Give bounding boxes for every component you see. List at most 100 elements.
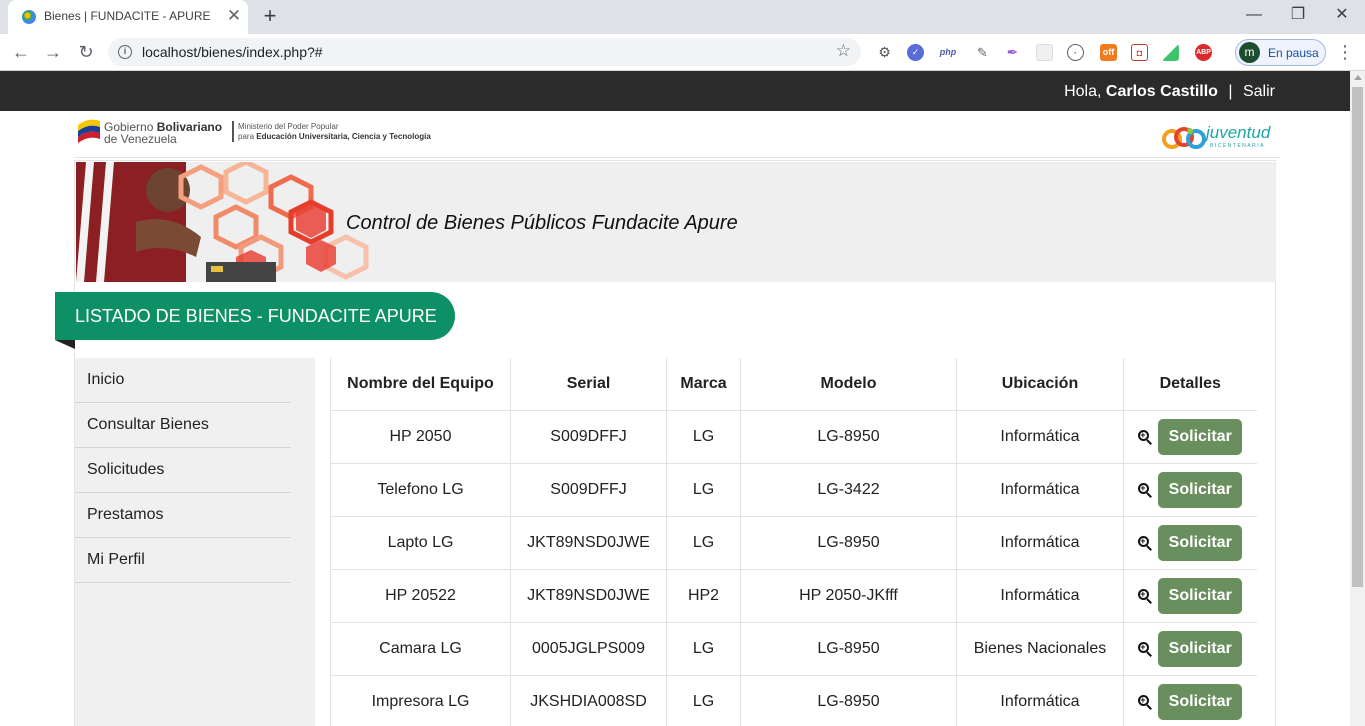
cell-marca: LG [666, 409, 741, 464]
site-info-icon[interactable]: i [118, 45, 132, 59]
sidebar-item-mi-perfil[interactable]: Mi Perfil [75, 538, 291, 583]
zoom-in-icon[interactable]: + [1138, 482, 1153, 498]
cell-detalles: + Solicitar [1123, 409, 1257, 464]
cell-detalles: + Solicitar [1123, 621, 1257, 676]
zoom-plus: + [1140, 588, 1146, 599]
cell-serial: JKSHDIA008SD [510, 674, 667, 726]
banner-photo [76, 162, 386, 282]
scroll-up-arrow-icon[interactable] [1354, 75, 1362, 80]
profile-button[interactable]: m En pausa [1235, 39, 1326, 66]
forward-icon[interactable]: → [40, 39, 66, 65]
column-header-ubicacion: Ubicación [956, 358, 1124, 411]
table-row: Telefono LG S009DFFJ LG LG-3422 Informática +… [330, 462, 1257, 517]
cell-marca: LG [666, 674, 741, 726]
table-row: Camara LG 0005JGLPS009 LG LG-8950 Bienes Nac… [330, 621, 1257, 676]
sidebar-item-prestamos[interactable]: Prestamos [75, 493, 291, 538]
juventud-logo-subtext: BICENTENARIA [1210, 143, 1265, 149]
column-header-nombre: Nombre del Equipo [330, 358, 511, 411]
extension-code-icon[interactable]: · [1067, 44, 1084, 61]
browser-tab-strip: Bienes | FUNDACITE - APURE ✕ + — ❐ ✕ [0, 0, 1365, 34]
favicon-icon [22, 10, 36, 24]
minimize-icon[interactable]: — [1240, 3, 1268, 27]
cell-ubicacion: Informática [956, 515, 1124, 570]
section-title: LISTADO DE BIENES - FUNDACITE APURE [75, 306, 437, 326]
solicitar-button[interactable]: Solicitar [1158, 630, 1243, 667]
extension-gear-icon[interactable]: ⚙ [876, 44, 893, 61]
sidebar-item-solicitudes[interactable]: Solicitudes [75, 448, 291, 493]
extension-tool-icon[interactable]: ✎ [974, 44, 991, 61]
column-header-serial: Serial [510, 358, 667, 411]
solicitar-button[interactable]: Solicitar [1158, 418, 1243, 455]
adblock-icon[interactable]: ABP [1195, 44, 1212, 61]
sidebar-item-inicio[interactable]: Inicio [75, 358, 291, 403]
cell-nombre: Telefono LG [330, 462, 511, 517]
cell-ubicacion: Informática [956, 674, 1124, 726]
bookmark-star-icon[interactable]: ☆ [836, 41, 851, 61]
solicitar-button[interactable]: Solicitar [1158, 683, 1243, 720]
zoom-in-icon[interactable]: + [1138, 588, 1153, 604]
extension-shield-icon[interactable]: ◘ [1131, 44, 1148, 61]
cell-nombre: Impresora LG [330, 674, 511, 726]
cell-marca: HP2 [666, 568, 741, 623]
ministry-line2-a: para [238, 132, 255, 141]
banner: Control de Bienes Públicos Fundacite Apu… [76, 162, 1276, 282]
extension-check-icon[interactable]: ✓ [907, 44, 924, 61]
address-bar[interactable]: i localhost/bienes/index.php?# ☆ [108, 38, 861, 66]
close-tab-icon[interactable]: ✕ [224, 6, 244, 26]
cell-detalles: + Solicitar [1123, 462, 1257, 517]
table-row: HP 2050 S009DFFJ LG LG-8950 Informática + Soli… [330, 409, 1257, 464]
url-text[interactable]: localhost/bienes/index.php?# [142, 44, 323, 60]
greeting: Hola, Carlos Castillo | Salir [1064, 83, 1275, 101]
solicitar-button[interactable]: Solicitar [1158, 577, 1243, 614]
cell-serial: S009DFFJ [510, 409, 667, 464]
cell-nombre: HP 20522 [330, 568, 511, 623]
ministry-logo-text: Ministerio del Poder Popular para Educac… [238, 122, 431, 142]
logo-divider [232, 121, 234, 142]
greeting-separator: | [1228, 83, 1233, 100]
window-close-icon[interactable]: ✕ [1328, 3, 1356, 27]
reload-icon[interactable]: ↻ [73, 39, 99, 65]
page-viewport: Hola, Carlos Castillo | Salir Gobierno B… [0, 71, 1350, 726]
zoom-in-icon[interactable]: + [1138, 535, 1153, 551]
gobierno-logo-text: Gobierno Bolivariano de Venezuela [104, 121, 222, 145]
cell-serial: JKT89NSD0JWE [510, 515, 667, 570]
browser-menu-icon[interactable]: ⋮ [1336, 39, 1354, 65]
bienes-table: Nombre del Equipo Serial Marca Modelo Ub… [330, 358, 1257, 726]
venezuela-flag-logo [78, 119, 100, 143]
cell-nombre: Lapto LG [330, 515, 511, 570]
profile-status: En pausa [1268, 46, 1319, 60]
scrollbar-thumb[interactable] [1352, 87, 1363, 587]
extension-grid-icon[interactable] [1036, 44, 1053, 61]
cell-serial: 0005JGLPS009 [510, 621, 667, 676]
page-scrollbar[interactable] [1350, 71, 1365, 726]
sidebar-item-consultar-bienes[interactable]: Consultar Bienes [75, 403, 291, 448]
table-row: HP 20522 JKT89NSD0JWE HP2 HP 2050-JKfff Info… [330, 568, 1257, 623]
cell-modelo: LG-8950 [740, 409, 957, 464]
cell-nombre: HP 2050 [330, 409, 511, 464]
user-name: Carlos Castillo [1105, 83, 1218, 100]
extension-triangle-icon[interactable] [1162, 44, 1179, 61]
extension-off-icon[interactable]: off [1100, 44, 1117, 61]
ministry-line2-b: Educación Universitaria, Ciencia y Tecno… [256, 132, 431, 141]
cell-detalles: + Solicitar [1123, 568, 1257, 623]
restore-icon[interactable]: ❐ [1284, 3, 1312, 27]
back-icon[interactable]: ← [8, 39, 34, 65]
zoom-handle [1146, 650, 1153, 657]
extension-php-icon[interactable]: php [937, 44, 959, 61]
cell-modelo: LG-8950 [740, 515, 957, 570]
ministry-line1: Ministerio del Poder Popular [238, 122, 339, 131]
new-tab-icon[interactable]: + [258, 4, 282, 28]
solicitar-button[interactable]: Solicitar [1158, 524, 1243, 561]
zoom-in-icon[interactable]: + [1138, 429, 1153, 445]
browser-tab[interactable]: Bienes | FUNDACITE - APURE ✕ [8, 0, 248, 34]
zoom-in-icon[interactable]: + [1138, 694, 1153, 710]
zoom-in-icon[interactable]: + [1138, 641, 1153, 657]
sidebar: Inicio Consultar Bienes Solicitudes Pres… [75, 358, 315, 726]
solicitar-button[interactable]: Solicitar [1158, 471, 1243, 508]
zoom-plus: + [1140, 429, 1146, 440]
logout-link[interactable]: Salir [1243, 83, 1275, 100]
column-header-modelo: Modelo [740, 358, 957, 411]
zoom-handle [1146, 597, 1153, 604]
zoom-handle [1146, 703, 1153, 710]
extension-feather-icon[interactable]: ✒ [1004, 44, 1021, 61]
